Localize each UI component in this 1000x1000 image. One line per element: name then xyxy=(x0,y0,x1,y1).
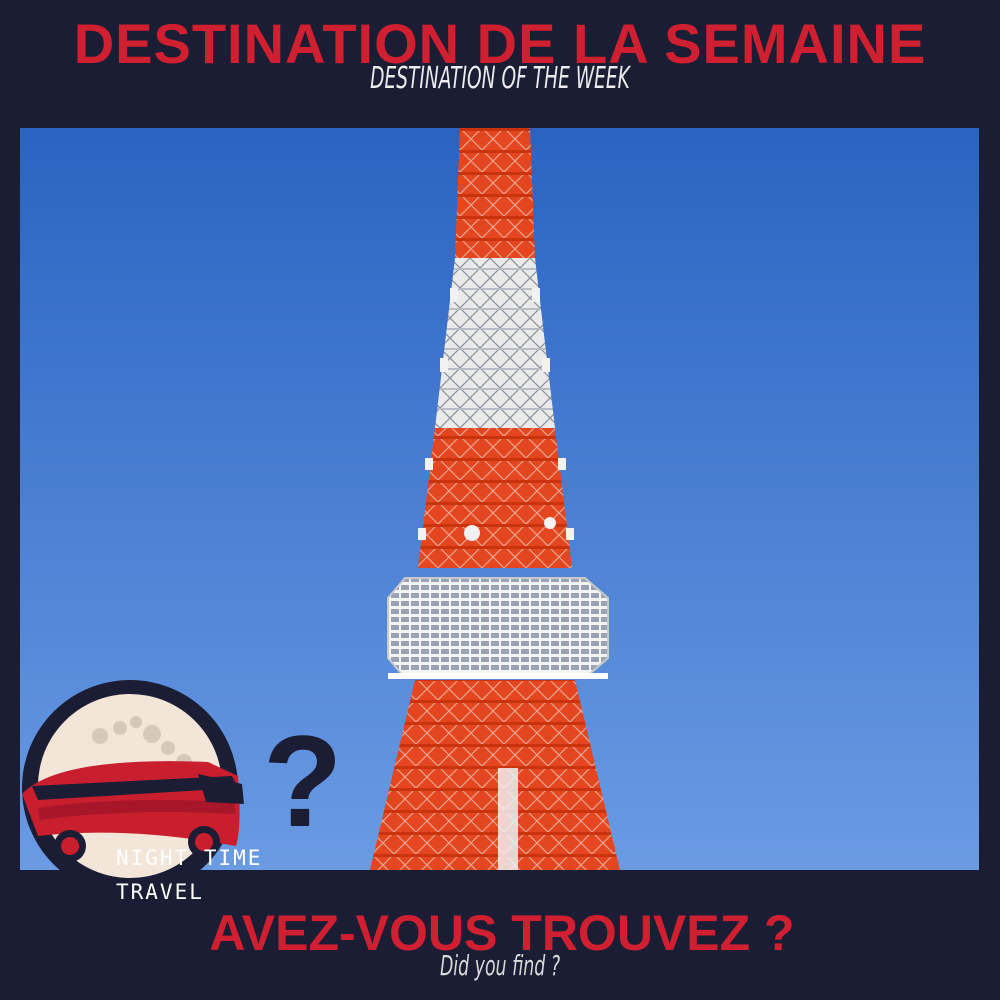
question-mark-icon: ? xyxy=(263,708,342,854)
logo-text-line2: TRAVEL xyxy=(116,880,204,904)
question-translation: Did you find ? xyxy=(439,949,561,982)
logo-text-line1: NIGHT TIME xyxy=(116,846,263,870)
poster: DESTINATION DE LA SEMAINE DESTINATION OF… xyxy=(0,0,1000,1000)
page-subtitle: DESTINATION OF THE WEEK xyxy=(370,61,630,96)
